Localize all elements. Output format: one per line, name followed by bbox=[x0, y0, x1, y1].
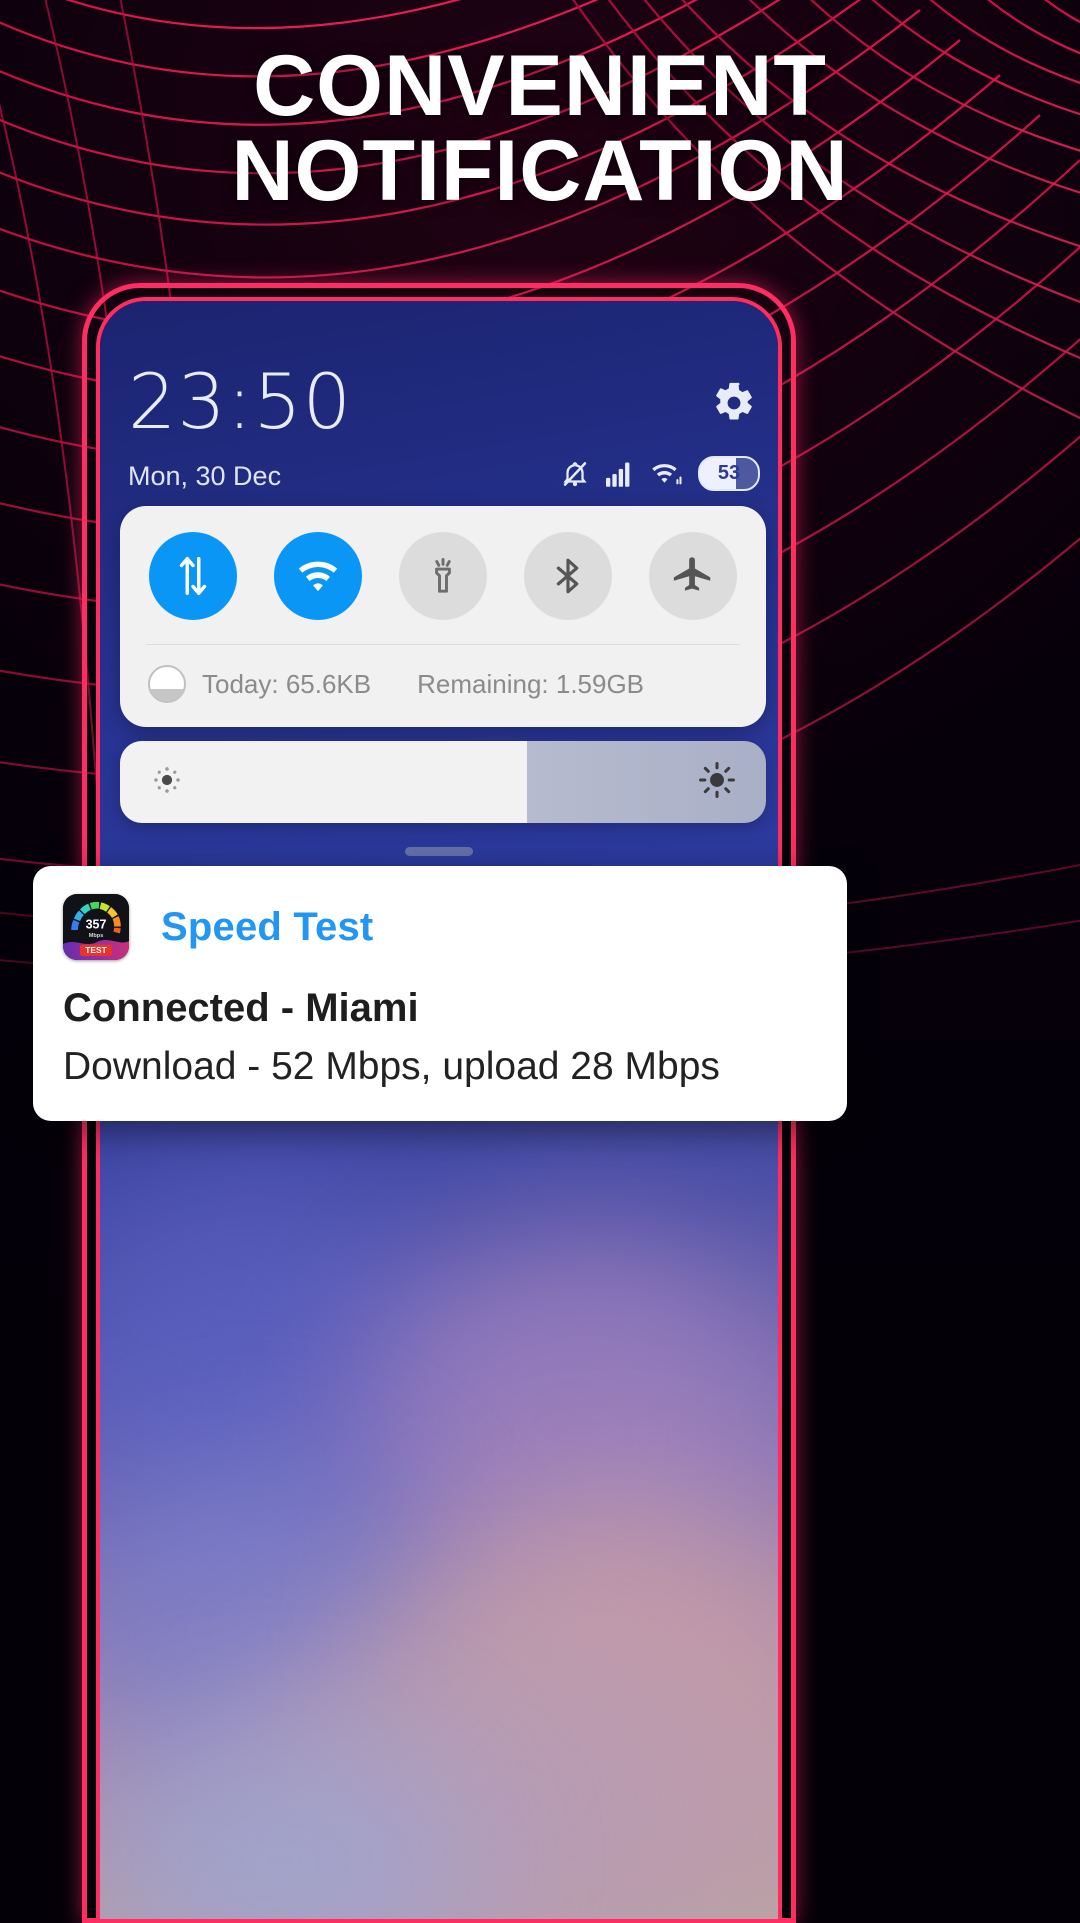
quick-settings-panel: Today: 65.6KB Remaining: 1.59GB bbox=[120, 506, 766, 727]
svg-text:TEST: TEST bbox=[85, 945, 107, 955]
toggle-flashlight[interactable] bbox=[398, 532, 487, 620]
headline-line-2: NOTIFICATION bbox=[231, 123, 849, 220]
airplane-icon bbox=[674, 557, 711, 591]
drag-handle[interactable] bbox=[405, 847, 473, 856]
brightness-slider[interactable] bbox=[120, 741, 766, 823]
toggle-airplane-mode[interactable] bbox=[649, 532, 738, 620]
wifi-icon bbox=[652, 463, 682, 484]
speedometer-gauge-icon: 357 Mbps TEST bbox=[63, 894, 129, 960]
data-transfer-icon bbox=[179, 557, 206, 595]
quick-settings-toggle-row bbox=[120, 506, 766, 644]
svg-text:357: 357 bbox=[86, 918, 107, 932]
notification-app-name: Speed Test bbox=[161, 904, 374, 949]
bluetooth-icon bbox=[556, 558, 579, 594]
notification-body: Download - 52 Mbps, upload 28 Mbps bbox=[63, 1045, 720, 1088]
brightness-high-icon bbox=[698, 761, 736, 804]
notification-title: Connected - Miami bbox=[63, 986, 419, 1030]
toggle-mobile-data[interactable] bbox=[148, 532, 237, 620]
svg-text:Mbps: Mbps bbox=[89, 933, 104, 939]
data-usage-fill bbox=[150, 689, 184, 701]
gear-icon bbox=[716, 382, 752, 420]
data-usage-row[interactable]: Today: 65.6KB Remaining: 1.59GB bbox=[120, 645, 766, 727]
flashlight-icon bbox=[435, 558, 451, 593]
brightness-low-icon bbox=[150, 763, 184, 802]
speed-test-app-icon: 357 Mbps TEST bbox=[63, 894, 129, 960]
notification-header: 357 Mbps TEST Speed Test bbox=[63, 894, 817, 960]
battery-percent: 53 bbox=[717, 462, 741, 484]
settings-button[interactable] bbox=[712, 381, 756, 425]
headline-line-1: CONVENIENT bbox=[253, 38, 827, 134]
bell-muted-icon bbox=[563, 461, 587, 486]
toggle-wifi[interactable] bbox=[273, 532, 362, 620]
battery-indicator: 53 bbox=[698, 456, 760, 491]
data-usage-icon bbox=[148, 665, 186, 703]
status-date: Mon, 30 Dec bbox=[128, 461, 282, 491]
data-usage-remaining: Remaining: 1.59GB bbox=[417, 668, 645, 699]
notification-card[interactable]: 357 Mbps TEST Speed Test Connected - Mia… bbox=[33, 866, 847, 1121]
cellular-signal-icon bbox=[606, 462, 630, 487]
clock-time: 23:50 bbox=[128, 357, 353, 446]
wifi-icon bbox=[298, 561, 337, 592]
data-usage-today: Today: 65.6KB bbox=[202, 668, 372, 699]
status-icon-tray: 53 bbox=[560, 456, 760, 491]
toggle-bluetooth[interactable] bbox=[524, 532, 613, 620]
page-title: CONVENIENT NOTIFICATION bbox=[0, 38, 1080, 220]
